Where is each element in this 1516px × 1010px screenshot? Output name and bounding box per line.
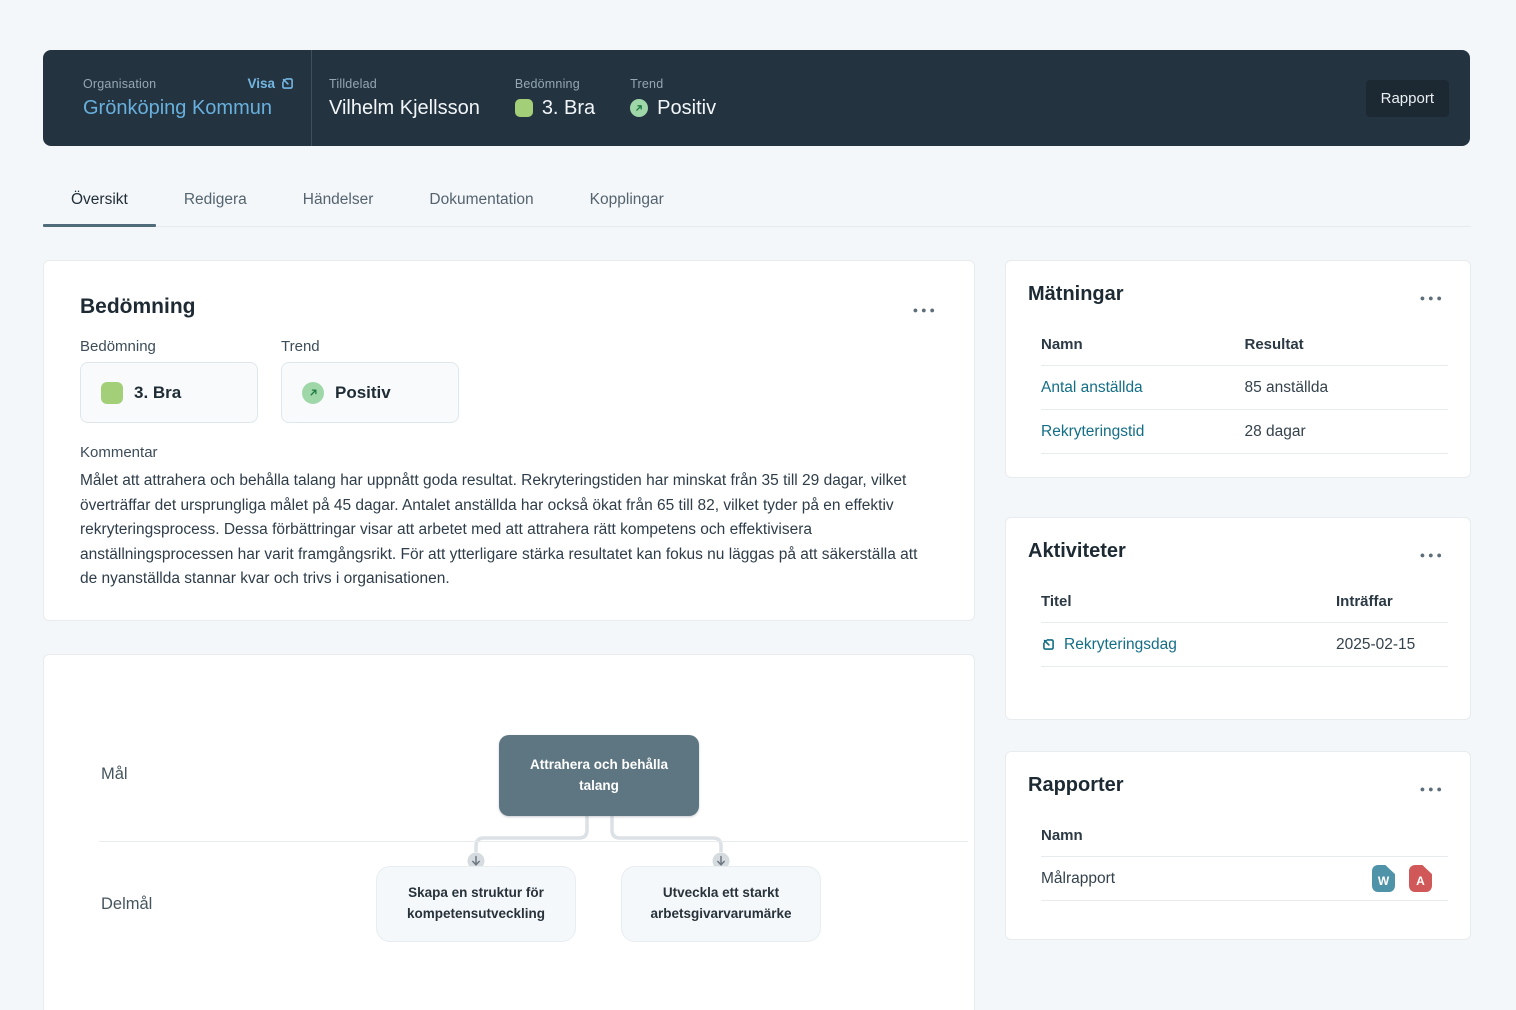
assigned-label: Tilldelad — [329, 77, 480, 91]
subgoal-node-1[interactable]: Skapa en struktur för kompetensutvecklin… — [376, 866, 576, 942]
column-header-titel: Titel — [1041, 593, 1336, 610]
assessment-value: 3. Bra — [542, 97, 595, 120]
table-row: Rekryteringstid 28 dagar — [1041, 410, 1448, 454]
more-menu-icon[interactable]: ●●● — [1420, 784, 1445, 794]
column-header-namn: Namn — [1041, 336, 1245, 353]
activity-date: 2025-02-15 — [1336, 636, 1448, 654]
pdf-file-icon[interactable]: A — [1409, 865, 1432, 892]
assessment-card: Bedömning ●●● Bedömning 3. Bra Trend — [43, 260, 975, 621]
comment-text: Målet att attrahera och behålla talang h… — [80, 469, 936, 592]
measurement-link[interactable]: Antal anställda — [1041, 379, 1245, 397]
tab-bar: Översikt Redigera Händelser Dokumentatio… — [43, 178, 1471, 227]
goal-map-card: Mål Delmål Attrahera och behålla talang … — [43, 654, 975, 1010]
column-header-resultat: Resultat — [1245, 336, 1449, 353]
assessment-field-box: 3. Bra — [80, 362, 258, 423]
reports-card: Rapporter ●●● Namn Målrapport W A — [1005, 751, 1471, 940]
assessment-block: Bedömning 3. Bra — [515, 77, 595, 120]
word-file-icon[interactable]: W — [1372, 865, 1395, 892]
assigned-block: Tilldelad Vilhelm Kjellsson — [329, 77, 480, 120]
rating-color-icon — [515, 99, 533, 117]
table-row: Målrapport W A — [1041, 857, 1448, 901]
goal-map-row-divider — [99, 841, 968, 842]
assessment-card-title: Bedömning — [80, 295, 936, 319]
tab-handelser[interactable]: Händelser — [275, 178, 402, 226]
trend-field-box: Positiv — [281, 362, 459, 423]
tab-kopplingar[interactable]: Kopplingar — [562, 178, 692, 226]
comment-label: Kommentar — [80, 444, 936, 461]
trend-up-icon — [630, 99, 648, 117]
reports-card-title: Rapporter — [1028, 774, 1448, 797]
activities-card: Aktiviteter ●●● Titel Inträffar Rekryter… — [1005, 517, 1471, 720]
activity-title: Rekryteringsdag — [1064, 636, 1177, 654]
measurements-card: Mätningar ●●● Namn Resultat Antal anstäl… — [1005, 260, 1471, 478]
measurement-result: 28 dagar — [1245, 423, 1449, 441]
assessment-field-value: 3. Bra — [134, 383, 181, 403]
assessment-label: Bedömning — [515, 77, 595, 91]
trend-field-value: Positiv — [335, 383, 391, 403]
external-link-icon — [280, 76, 295, 91]
tab-oversikt[interactable]: Översikt — [43, 178, 156, 226]
column-header-namn: Namn — [1041, 827, 1448, 844]
trend-label: Trend — [630, 77, 716, 91]
measurement-link[interactable]: Rekryteringstid — [1041, 423, 1245, 441]
table-row: Rekryteringsdag 2025-02-15 — [1041, 623, 1448, 667]
trend-block: Trend Positiv — [630, 77, 716, 120]
visa-link-label: Visa — [247, 76, 275, 91]
external-link-icon — [1041, 637, 1056, 652]
trend-field-label: Trend — [281, 338, 459, 355]
reports-table: Namn Målrapport W A — [1041, 813, 1448, 901]
entity-header: Organisation Visa Grönköping Kommun Till… — [43, 50, 1470, 146]
organisation-label: Organisation — [83, 77, 156, 91]
tab-dokumentation[interactable]: Dokumentation — [401, 178, 561, 226]
report-name: Målrapport — [1041, 870, 1115, 888]
organisation-block: Organisation Visa Grönköping Kommun — [83, 76, 295, 120]
trend-value: Positiv — [657, 97, 716, 120]
subgoal-row-label: Delmål — [101, 895, 152, 914]
measurements-card-title: Mätningar — [1028, 283, 1448, 306]
measurement-result: 85 anställda — [1245, 379, 1449, 397]
more-menu-icon[interactable]: ●●● — [913, 305, 938, 315]
table-row: Antal anställda 85 anställda — [1041, 366, 1448, 410]
rating-color-icon — [101, 382, 123, 404]
visa-link[interactable]: Visa — [247, 76, 295, 91]
assigned-value: Vilhelm Kjellsson — [329, 97, 480, 120]
goal-node[interactable]: Attrahera och behålla talang — [499, 735, 699, 816]
activity-link[interactable]: Rekryteringsdag — [1041, 636, 1336, 654]
header-divider — [311, 50, 312, 146]
measurements-table: Namn Resultat Antal anställda 85 anställ… — [1041, 322, 1448, 454]
assessment-field: Bedömning 3. Bra — [80, 338, 258, 423]
activities-card-title: Aktiviteter — [1028, 540, 1448, 563]
subgoal-node-2[interactable]: Utveckla ett starkt arbetsgivarvarumärke — [621, 866, 821, 942]
more-menu-icon[interactable]: ●●● — [1420, 293, 1445, 303]
trend-field: Trend Positiv — [281, 338, 459, 423]
rapport-button[interactable]: Rapport — [1366, 80, 1449, 117]
column-header-intraffar: Inträffar — [1336, 593, 1448, 610]
tab-redigera[interactable]: Redigera — [156, 178, 275, 226]
assessment-field-label: Bedömning — [80, 338, 258, 355]
goal-row-label: Mål — [101, 765, 128, 784]
more-menu-icon[interactable]: ●●● — [1420, 550, 1445, 560]
organisation-value[interactable]: Grönköping Kommun — [83, 97, 295, 120]
trend-up-icon — [302, 382, 324, 404]
goal-map-connectors — [44, 655, 975, 1010]
activities-table: Titel Inträffar Rekryteringsdag 2025-02-… — [1041, 579, 1448, 667]
